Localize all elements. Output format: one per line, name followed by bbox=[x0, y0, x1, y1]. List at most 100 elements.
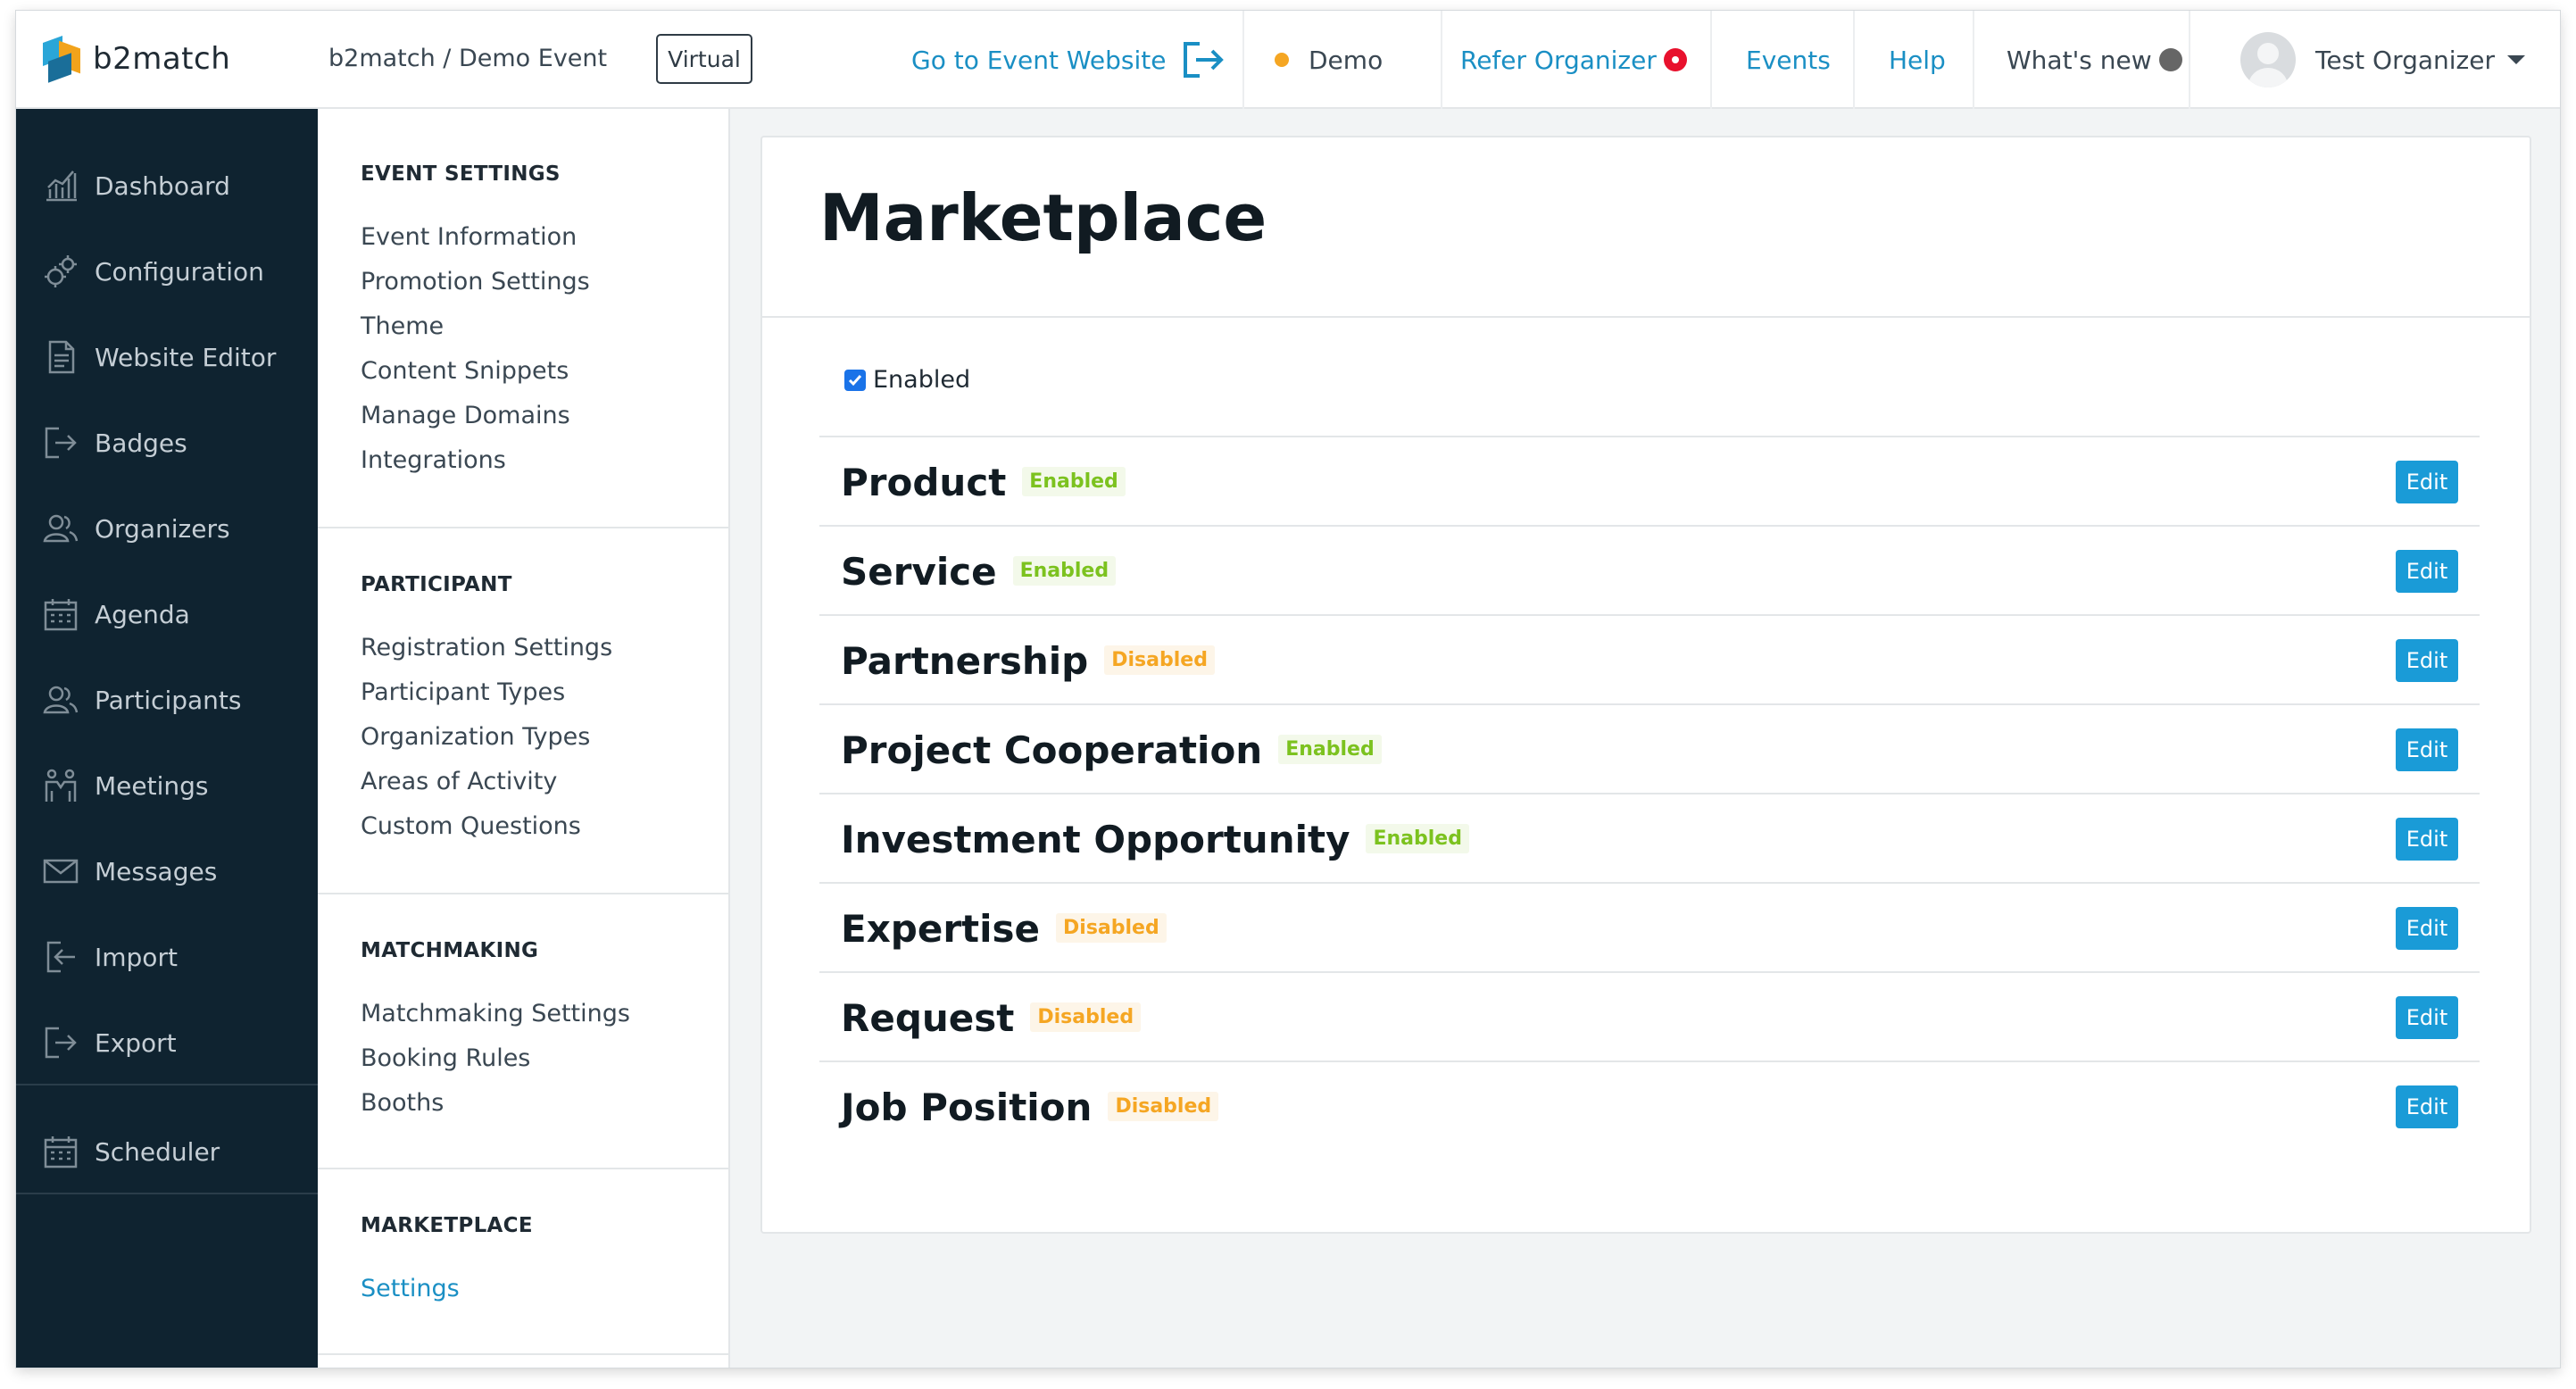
sidebar-item-label: Import bbox=[95, 942, 178, 972]
status-badge: Enabled bbox=[1012, 556, 1117, 586]
refer-organizer-link[interactable]: Refer Organizer bbox=[1460, 11, 1687, 109]
category-name: Request bbox=[841, 996, 1015, 1040]
sidebar-item-meetings[interactable]: Meetings bbox=[16, 750, 318, 821]
edit-button[interactable]: Edit bbox=[2396, 818, 2458, 861]
sidebar-item-label: Export bbox=[95, 1027, 177, 1058]
b2match-logo[interactable]: b2match bbox=[43, 35, 231, 83]
status-badge: Enabled bbox=[1022, 467, 1126, 496]
export-arrow-icon bbox=[45, 427, 77, 459]
calendar-icon bbox=[44, 599, 78, 631]
breadcrumb[interactable]: b2match / Demo Event bbox=[328, 45, 607, 72]
events-label: Events bbox=[1746, 45, 1831, 75]
demo-mode-indicator[interactable]: Demo bbox=[1275, 11, 1383, 109]
settings-link-matchmaking-settings[interactable]: Matchmaking Settings bbox=[361, 1000, 630, 1027]
marketplace-row-job-position: Job Position Disabled Edit bbox=[819, 1060, 2480, 1150]
help-link[interactable]: Help bbox=[1889, 11, 1946, 109]
edit-button[interactable]: Edit bbox=[2396, 1085, 2458, 1128]
envelope-icon bbox=[43, 859, 79, 884]
section-title-marketplace: MARKETPLACE bbox=[361, 1214, 533, 1237]
category-name: Partnership bbox=[841, 639, 1089, 683]
section-title-participant: PARTICIPANT bbox=[361, 573, 512, 596]
settings-link-content-snippets[interactable]: Content Snippets bbox=[361, 357, 569, 385]
marketplace-card: Marketplace Enabled Product Enabled Edit … bbox=[760, 136, 2531, 1234]
whats-new-link[interactable]: What's new bbox=[2007, 11, 2182, 109]
sidebar-item-agenda[interactable]: Agenda bbox=[16, 578, 318, 650]
user-name: Test Organizer bbox=[2315, 45, 2495, 75]
section-divider bbox=[318, 1168, 728, 1169]
settings-link-promotion-settings[interactable]: Promotion Settings bbox=[361, 268, 590, 295]
demo-status-dot-icon bbox=[1275, 53, 1289, 67]
sidebar-item-badges[interactable]: Badges bbox=[16, 407, 318, 478]
section-title-matchmaking: MATCHMAKING bbox=[361, 939, 539, 962]
enabled-checkbox-label: Enabled bbox=[873, 366, 971, 394]
sidebar-item-label: Website Editor bbox=[95, 342, 277, 372]
enabled-checkbox[interactable] bbox=[844, 369, 866, 391]
whats-new-label: What's new bbox=[2007, 45, 2152, 75]
marketplace-row-service: Service Enabled Edit bbox=[819, 525, 2480, 614]
edit-button[interactable]: Edit bbox=[2396, 996, 2458, 1039]
edit-button[interactable]: Edit bbox=[2396, 907, 2458, 950]
external-exit-icon bbox=[1184, 42, 1225, 78]
category-name: Product bbox=[841, 461, 1007, 504]
status-badge: Disabled bbox=[1108, 1092, 1219, 1121]
top-header: b2match b2match / Demo Event Virtual Go … bbox=[16, 11, 2560, 109]
settings-link-theme[interactable]: Theme bbox=[361, 312, 444, 340]
sidebar-item-participants[interactable]: Participants bbox=[16, 664, 318, 736]
chart-icon bbox=[46, 171, 77, 202]
settings-link-registration-settings[interactable]: Registration Settings bbox=[361, 634, 612, 661]
go-to-event-website-label: Go to Event Website bbox=[911, 45, 1167, 75]
sidebar-item-label: Participants bbox=[95, 685, 242, 715]
notification-dot-icon bbox=[1663, 48, 1687, 71]
virtual-badge: Virtual bbox=[656, 34, 752, 84]
page-title: Marketplace bbox=[819, 180, 1267, 255]
gears-icon bbox=[45, 255, 77, 287]
card-header-divider bbox=[762, 316, 2530, 318]
sidebar-item-organizers[interactable]: Organizers bbox=[16, 493, 318, 564]
settings-link-booking-rules[interactable]: Booking Rules bbox=[361, 1044, 530, 1072]
sidebar-item-dashboard[interactable]: Dashboard bbox=[16, 150, 318, 221]
settings-link-event-information[interactable]: Event Information bbox=[361, 223, 577, 251]
marketplace-enabled-toggle[interactable]: Enabled bbox=[844, 366, 970, 394]
sidebar-item-label: Messages bbox=[95, 856, 218, 886]
export-icon bbox=[45, 1027, 77, 1059]
user-menu[interactable]: Test Organizer bbox=[2240, 11, 2527, 109]
settings-link-custom-questions[interactable]: Custom Questions bbox=[361, 812, 581, 840]
handshake-icon bbox=[45, 769, 77, 802]
marketplace-row-investment-opportunity: Investment Opportunity Enabled Edit bbox=[819, 793, 2480, 882]
caret-down-icon bbox=[2507, 55, 2525, 64]
settings-nav: EVENT SETTINGS Event Information Promoti… bbox=[318, 109, 730, 1368]
sidebar-item-configuration[interactable]: Configuration bbox=[16, 236, 318, 307]
calendar-icon bbox=[44, 1136, 78, 1169]
edit-button[interactable]: Edit bbox=[2396, 728, 2458, 771]
settings-link-participant-types[interactable]: Participant Types bbox=[361, 678, 565, 706]
settings-link-booths[interactable]: Booths bbox=[361, 1089, 444, 1117]
checkmark-icon bbox=[848, 374, 862, 386]
sidebar-item-export[interactable]: Export bbox=[16, 1007, 318, 1078]
settings-link-integrations[interactable]: Integrations bbox=[361, 446, 506, 474]
sidebar-item-label: Meetings bbox=[95, 770, 209, 801]
sidebar-item-messages[interactable]: Messages bbox=[16, 836, 318, 907]
edit-button[interactable]: Edit bbox=[2396, 550, 2458, 593]
import-icon bbox=[46, 941, 75, 973]
settings-link-marketplace-settings[interactable]: Settings bbox=[361, 1275, 460, 1302]
category-name: Job Position bbox=[841, 1085, 1093, 1129]
logo-text: b2match bbox=[93, 41, 231, 77]
edit-button[interactable]: Edit bbox=[2396, 461, 2458, 503]
demo-label: Demo bbox=[1309, 45, 1384, 75]
settings-link-manage-domains[interactable]: Manage Domains bbox=[361, 402, 570, 429]
sidebar-divider bbox=[16, 1084, 318, 1085]
settings-link-areas-of-activity[interactable]: Areas of Activity bbox=[361, 768, 557, 795]
category-name: Project Cooperation bbox=[841, 728, 1263, 772]
settings-link-organization-types[interactable]: Organization Types bbox=[361, 723, 590, 751]
sidebar-item-scheduler[interactable]: Scheduler bbox=[16, 1116, 318, 1187]
main-sidebar: Dashboard Configuration Website Editor B… bbox=[16, 109, 318, 1368]
help-label: Help bbox=[1889, 45, 1946, 75]
sidebar-item-website-editor[interactable]: Website Editor bbox=[16, 321, 318, 393]
sidebar-item-label: Scheduler bbox=[95, 1136, 220, 1167]
go-to-event-website-link[interactable]: Go to Event Website bbox=[911, 11, 1226, 109]
category-name: Expertise bbox=[841, 907, 1041, 951]
sidebar-item-import[interactable]: Import bbox=[16, 921, 318, 993]
events-link[interactable]: Events bbox=[1746, 11, 1831, 109]
edit-button[interactable]: Edit bbox=[2396, 639, 2458, 682]
category-name: Service bbox=[841, 550, 997, 594]
